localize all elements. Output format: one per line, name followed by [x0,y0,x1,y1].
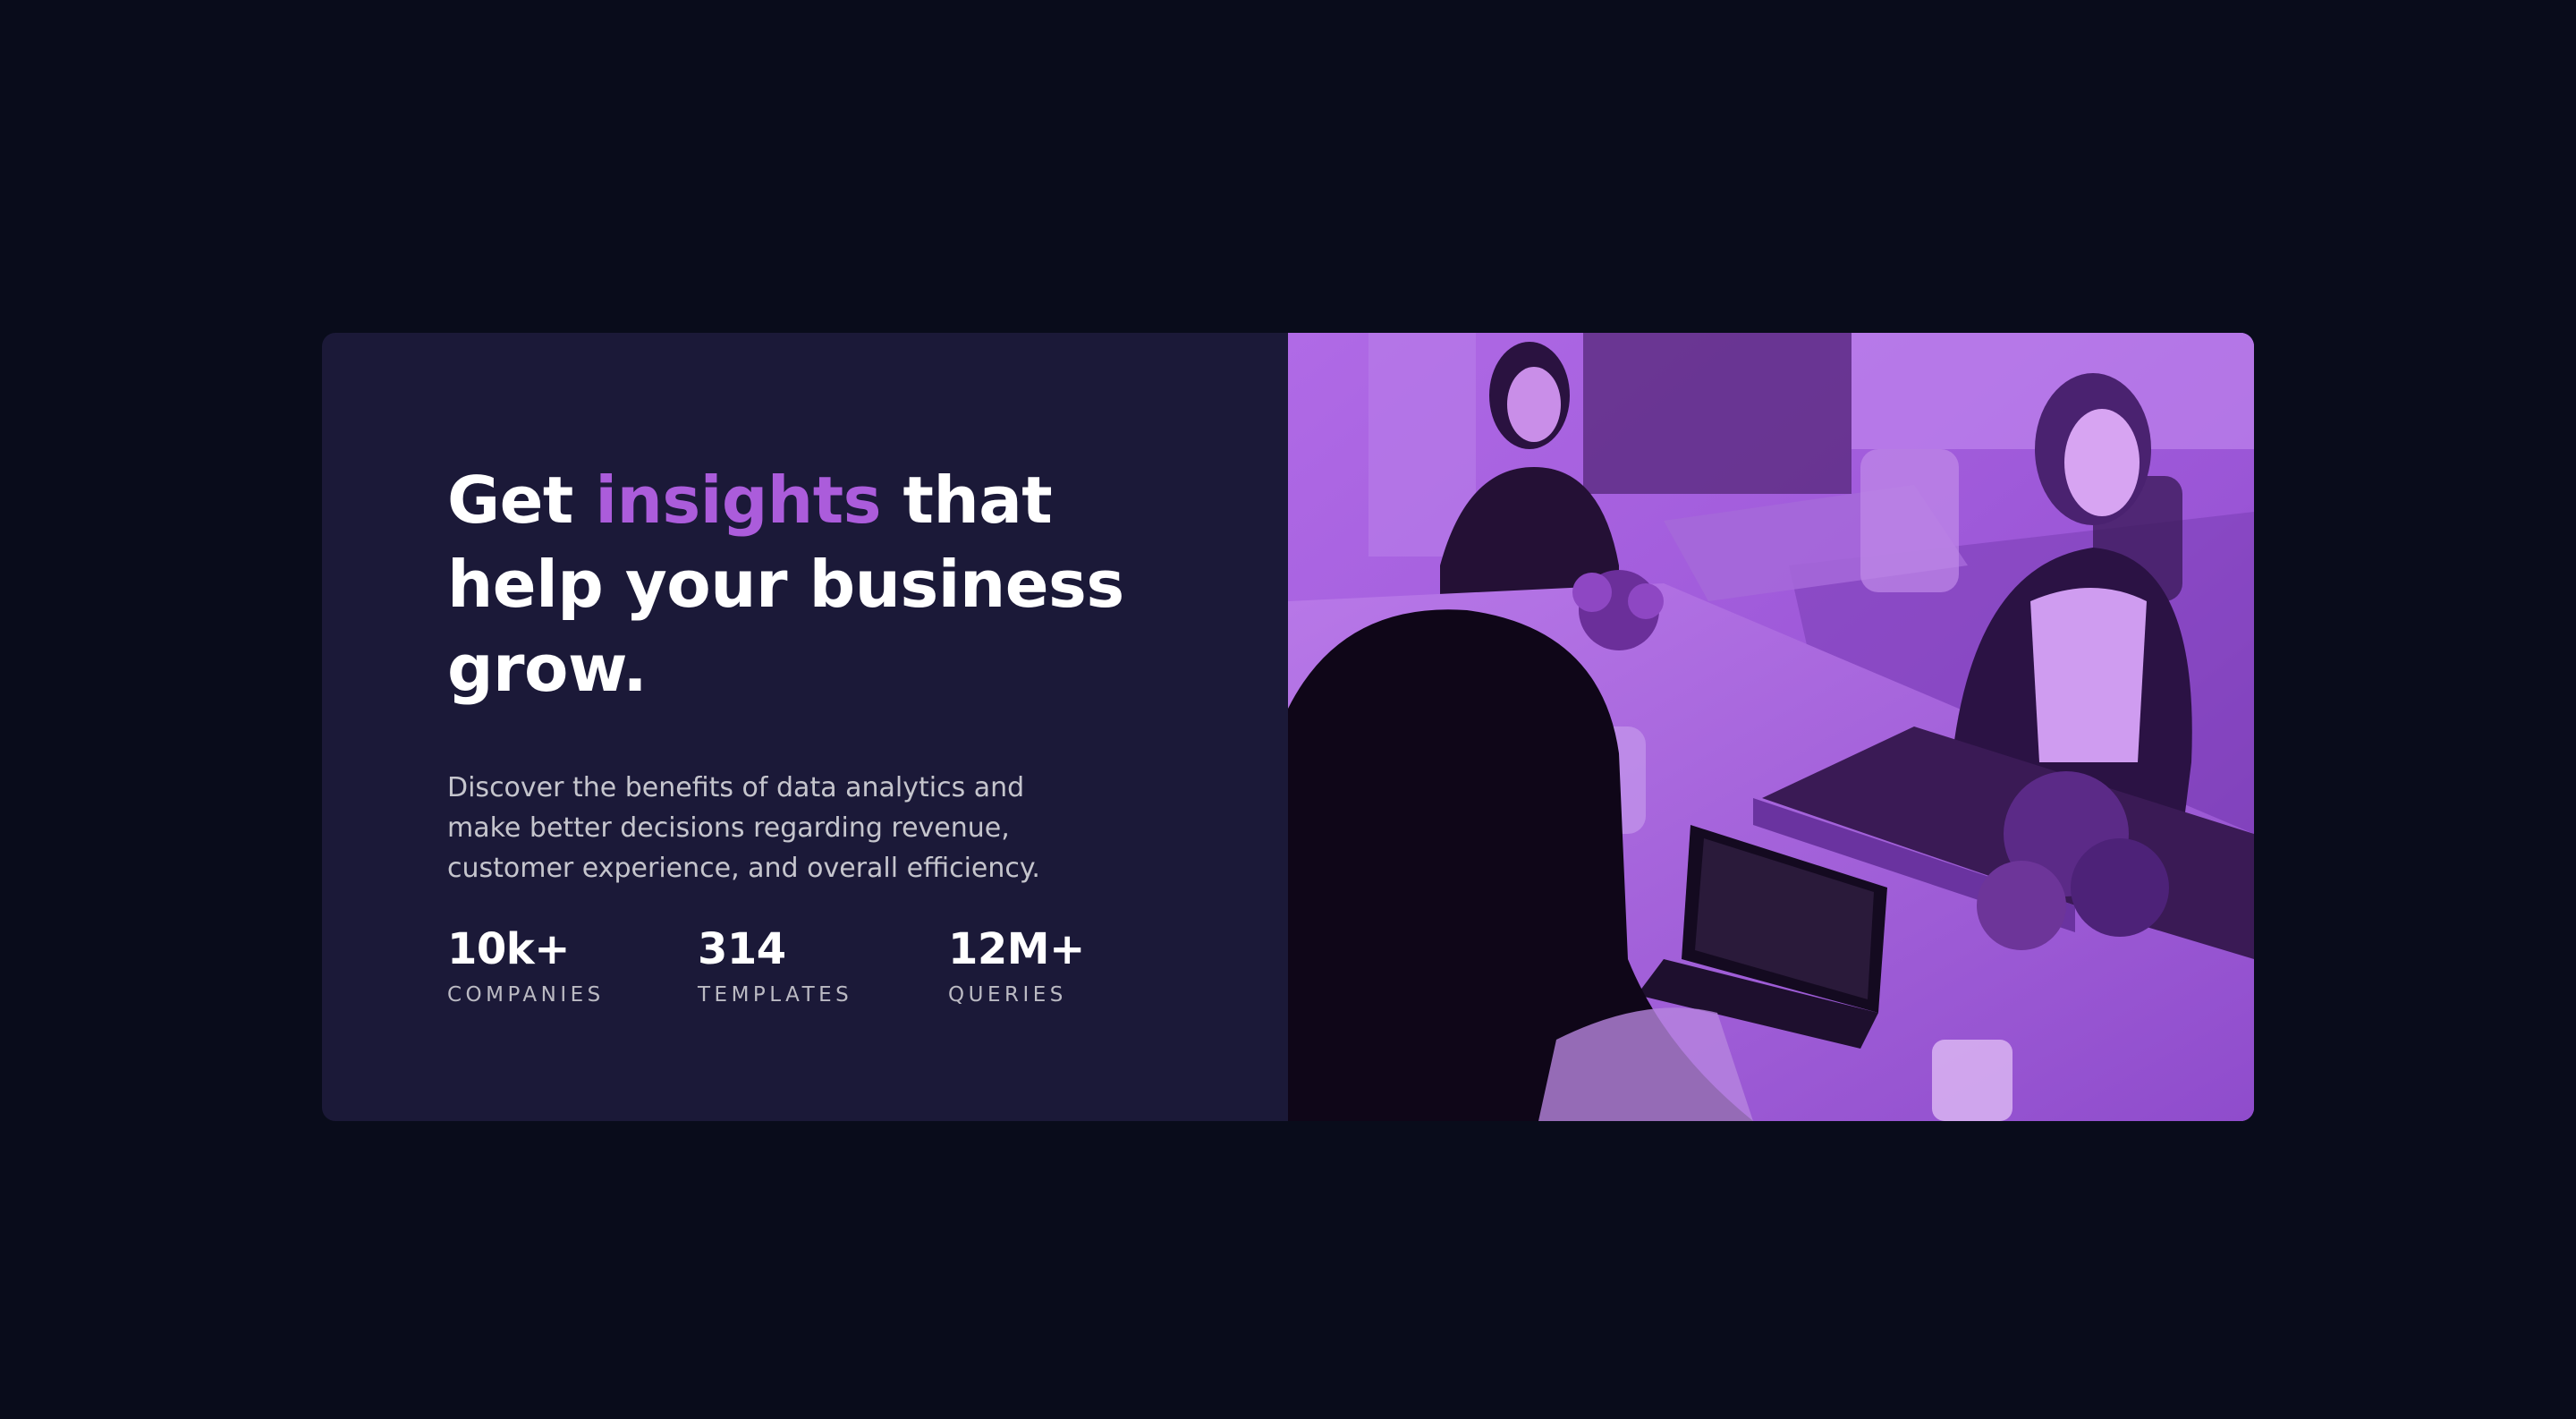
stat-label: TEMPLATES [698,983,853,1007]
headline-accent: insights [595,463,881,538]
office-photo-illustration [1288,333,2254,1121]
stat-label: COMPANIES [447,983,605,1007]
headline: Get insights that help your business gro… [447,458,1163,710]
stat-templates: 314 TEMPLATES [698,923,948,1007]
stat-label: QUERIES [948,983,1067,1007]
card-content: Get insights that help your business gro… [322,333,1288,1121]
stat-companies: 10k+ COMPANIES [447,923,698,1007]
stat-queries: 12M+ QUERIES [948,923,1199,1007]
header-image [1288,333,2254,1121]
stats-preview-card: Get insights that help your business gro… [322,333,2254,1121]
stat-value: 12M+ [948,924,1085,974]
stat-value: 314 [698,924,786,974]
headline-part1: Get [447,463,596,538]
description: Discover the benefits of data analytics … [447,772,1040,884]
stats-row: 10k+ COMPANIES 314 TEMPLATES 12M+ QUERIE… [447,923,1199,1007]
stat-value: 10k+ [447,924,570,974]
